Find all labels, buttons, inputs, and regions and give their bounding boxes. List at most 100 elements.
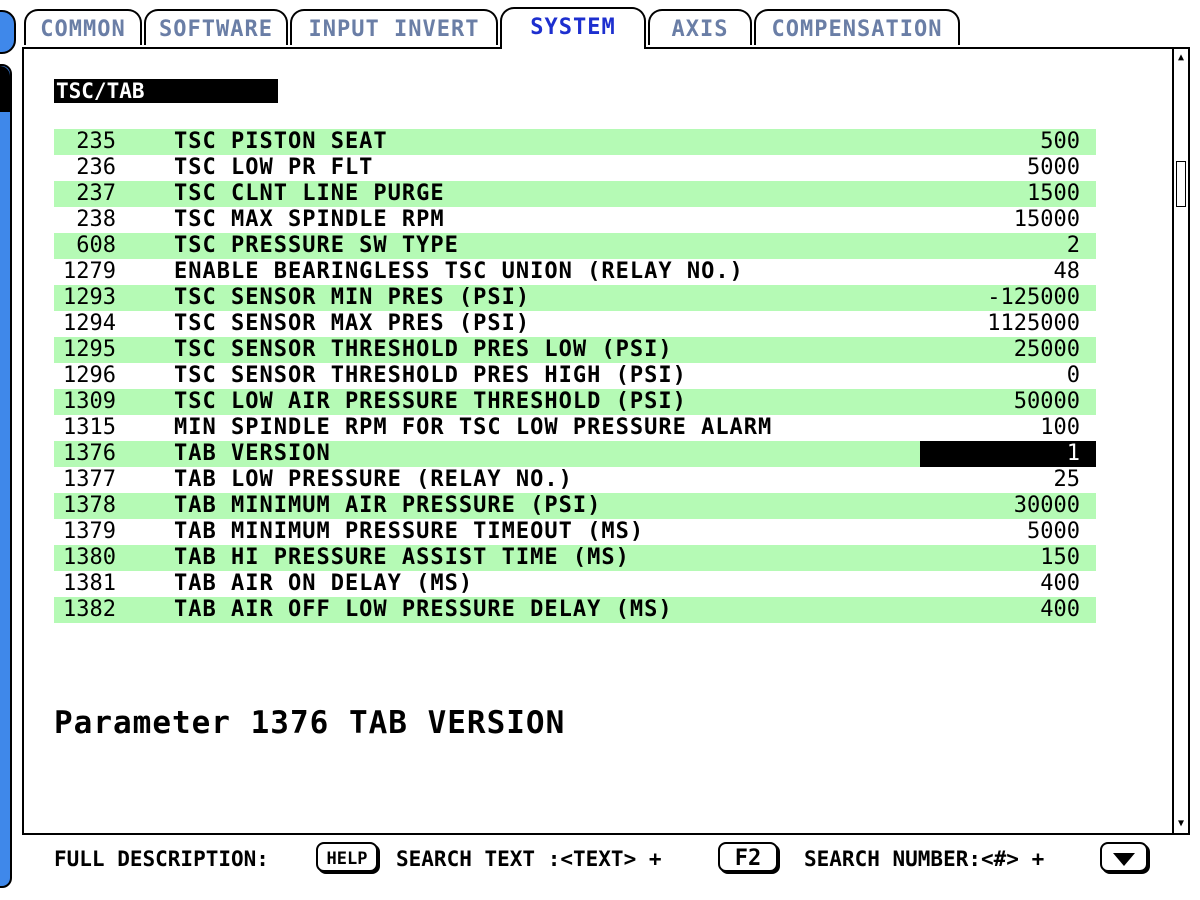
param-name: TAB LOW PRESSURE (RELAY NO.) <box>174 467 573 492</box>
param-number: 1309 <box>63 389 116 414</box>
param-value[interactable]: -125000 <box>987 285 1080 311</box>
param-row[interactable]: 608 TSC PRESSURE SW TYPE 2 <box>54 233 1096 259</box>
param-number: 235 <box>76 129 116 154</box>
param-number: 1296 <box>63 363 116 388</box>
param-row[interactable]: 237 TSC CLNT LINE PURGE 1500 <box>54 181 1096 207</box>
param-name: TSC LOW AIR PRESSURE THRESHOLD (PSI) <box>174 389 687 414</box>
param-row[interactable]: 1293 TSC SENSOR MIN PRES (PSI) -125000 <box>54 285 1096 311</box>
param-number: 1380 <box>63 545 116 570</box>
param-name: TSC SENSOR MAX PRES (PSI) <box>174 311 531 336</box>
help-bar: FULL DESCRIPTION: HELP SEARCH TEXT :<TEX… <box>54 842 1184 876</box>
param-number: 1294 <box>63 311 116 336</box>
param-name: TAB VERSION <box>174 441 331 466</box>
param-name: TAB HI PRESSURE ASSIST TIME (MS) <box>174 545 630 570</box>
param-number: 608 <box>76 233 116 258</box>
scroll-thumb[interactable] <box>1176 161 1186 207</box>
param-number: 1379 <box>63 519 116 544</box>
param-value[interactable]: 5000 <box>1027 155 1080 181</box>
param-number: 237 <box>76 181 116 206</box>
param-name: TSC PRESSURE SW TYPE <box>174 233 459 258</box>
param-row[interactable]: 1294 TSC SENSOR MAX PRES (PSI) 1125000 <box>54 311 1096 337</box>
param-row[interactable]: 1379 TAB MINIMUM PRESSURE TIMEOUT (MS) 500… <box>54 519 1096 545</box>
param-value[interactable]: 150 <box>1040 545 1080 571</box>
param-row[interactable]: 238 TSC MAX SPINDLE RPM 15000 <box>54 207 1096 233</box>
param-number: 238 <box>76 207 116 232</box>
param-value[interactable]: 1125000 <box>987 311 1080 337</box>
param-row[interactable]: 1296 TSC SENSOR THRESHOLD PRES HIGH (PSI)… <box>54 363 1096 389</box>
param-row[interactable]: 1295 TSC SENSOR THRESHOLD PRES LOW (PSI) 2… <box>54 337 1096 363</box>
param-value[interactable]: 15000 <box>1014 207 1080 233</box>
param-row[interactable]: 236 TSC LOW PR FLT 5000 <box>54 155 1096 181</box>
param-row[interactable]: 1380 TAB HI PRESSURE ASSIST TIME (MS) 150 <box>54 545 1096 571</box>
param-name: TSC LOW PR FLT <box>174 155 374 180</box>
param-value[interactable]: 400 <box>1040 597 1080 623</box>
param-number: 1279 <box>63 259 116 284</box>
param-name: TAB MINIMUM PRESSURE TIMEOUT (MS) <box>174 519 645 544</box>
full-description-label: FULL DESCRIPTION: <box>54 847 269 871</box>
param-value[interactable]: 0 <box>1067 363 1080 389</box>
param-name: TSC SENSOR THRESHOLD PRES LOW (PSI) <box>174 337 673 362</box>
scrollbar[interactable]: ▲ ▼ <box>1172 49 1188 833</box>
param-value[interactable]: 25 <box>1054 467 1081 493</box>
param-number: 1293 <box>63 285 116 310</box>
param-number: 1378 <box>63 493 116 518</box>
parameter-detail-title: Parameter 1376 TAB VERSION <box>54 705 566 741</box>
param-value[interactable]: 1500 <box>1027 181 1080 207</box>
param-value[interactable]: 48 <box>1054 259 1081 285</box>
param-row[interactable]: 1376 TAB VERSION 1 <box>54 441 1096 467</box>
scroll-up-icon[interactable]: ▲ <box>1174 51 1188 65</box>
param-name: MIN SPINDLE RPM FOR TSC LOW PRESSURE ALA… <box>174 415 773 440</box>
help-key[interactable]: HELP <box>316 842 378 872</box>
tab-compensation[interactable]: COMPENSATION <box>754 9 960 45</box>
param-number: 1315 <box>63 415 116 440</box>
param-name: TSC SENSOR MIN PRES (PSI) <box>174 285 531 310</box>
tab-axis[interactable]: AXIS <box>648 9 752 45</box>
param-name: TAB MINIMUM AIR PRESSURE (PSI) <box>174 493 602 518</box>
param-value[interactable]: 500 <box>1040 129 1080 155</box>
param-row[interactable]: 1378 TAB MINIMUM AIR PRESSURE (PSI) 30000 <box>54 493 1096 519</box>
param-value[interactable]: 2 <box>1067 233 1080 259</box>
param-name: TAB AIR OFF LOW PRESSURE DELAY (MS) <box>174 597 673 622</box>
param-value[interactable]: 50000 <box>1014 389 1080 415</box>
param-row[interactable]: 1381 TAB AIR ON DELAY (MS) 400 <box>54 571 1096 597</box>
param-name: TSC CLNT LINE PURGE <box>174 181 445 206</box>
param-name: TSC PISTON SEAT <box>174 129 388 154</box>
param-number: 1295 <box>63 337 116 362</box>
tab-input-invert[interactable]: INPUT INVERT <box>290 9 498 45</box>
param-number: 1376 <box>63 441 116 466</box>
param-value[interactable]: 25000 <box>1014 337 1080 363</box>
section-title: TSC/TAB <box>54 79 278 103</box>
param-value[interactable]: 30000 <box>1014 493 1080 519</box>
parameter-list: 235 TSC PISTON SEAT 500 236 TSC LOW PR FLT 50… <box>54 129 1096 623</box>
param-value[interactable]: 5000 <box>1027 519 1080 545</box>
param-row[interactable]: 1279 ENABLE BEARINGLESS TSC UNION (RELAY … <box>54 259 1096 285</box>
param-number: 1377 <box>63 467 116 492</box>
param-value[interactable]: 400 <box>1040 571 1080 597</box>
param-value[interactable]: 100 <box>1040 415 1080 441</box>
param-name: TSC MAX SPINDLE RPM <box>174 207 445 232</box>
scroll-down-icon[interactable]: ▼ <box>1174 817 1188 831</box>
param-name: TSC SENSOR THRESHOLD PRES HIGH (PSI) <box>174 363 687 388</box>
down-arrow-icon <box>1113 853 1135 866</box>
tab-software[interactable]: SOFTWARE <box>144 9 288 45</box>
down-arrow-key[interactable] <box>1100 842 1148 872</box>
param-row[interactable]: 1377 TAB LOW PRESSURE (RELAY NO.) 25 <box>54 467 1096 493</box>
f2-key[interactable]: F2 <box>718 842 778 872</box>
param-name: ENABLE BEARINGLESS TSC UNION (RELAY NO.) <box>174 259 744 284</box>
search-number-label: SEARCH NUMBER:<#> + <box>804 847 1045 871</box>
param-row[interactable]: 1382 TAB AIR OFF LOW PRESSURE DELAY (MS) 4… <box>54 597 1096 623</box>
param-number: 236 <box>76 155 116 180</box>
param-row[interactable]: 235 TSC PISTON SEAT 500 <box>54 129 1096 155</box>
tab-system[interactable]: SYSTEM <box>500 7 646 49</box>
side-rail-top <box>0 10 16 54</box>
param-number: 1382 <box>63 597 116 622</box>
side-rail <box>0 64 12 888</box>
param-row[interactable]: 1315 MIN SPINDLE RPM FOR TSC LOW PRESSURE… <box>54 415 1096 441</box>
param-number: 1381 <box>63 571 116 596</box>
tab-common[interactable]: COMMON <box>24 9 142 45</box>
param-name: TAB AIR ON DELAY (MS) <box>174 571 474 596</box>
param-value-selected[interactable]: 1 <box>920 441 1096 467</box>
parameter-panel: ▲ ▼ TSC/TAB 235 TSC PISTON SEAT 500 236 TSC … <box>22 47 1190 835</box>
search-text-label: SEARCH TEXT :<TEXT> + <box>396 847 662 871</box>
param-row[interactable]: 1309 TSC LOW AIR PRESSURE THRESHOLD (PSI)… <box>54 389 1096 415</box>
